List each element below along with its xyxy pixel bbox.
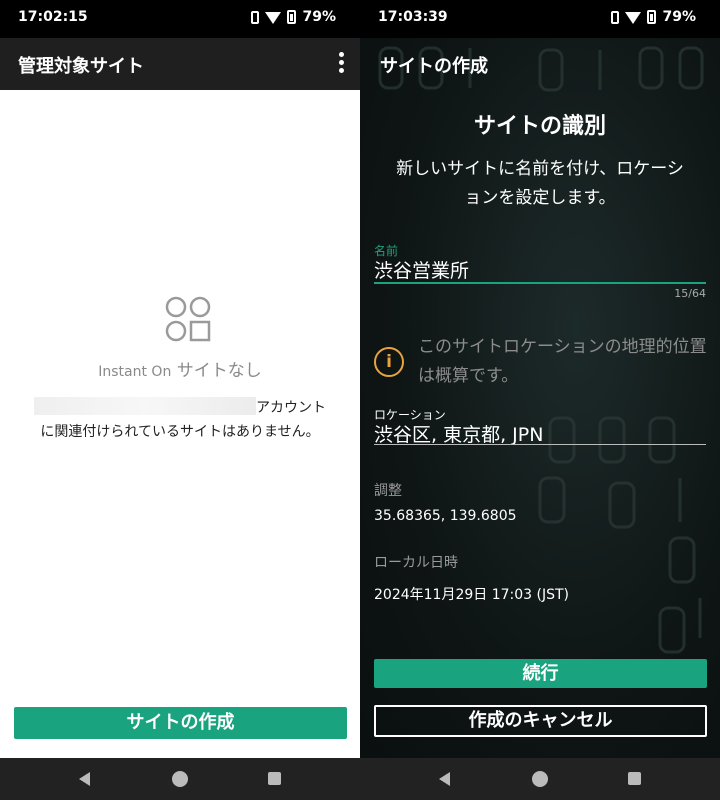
section-heading: サイトの識別 (473, 114, 606, 139)
battery-percent: 79% (302, 9, 336, 25)
info-text: このサイトロケーションの地理的位置は概算です。 (418, 337, 707, 386)
location-input-underline (374, 444, 706, 445)
recents-icon[interactable] (268, 772, 281, 785)
status-time: 17:03:39 (378, 9, 448, 25)
vibrate-icon (251, 10, 260, 24)
status-bar: 17:03:39 79% (360, 0, 720, 38)
battery-icon (287, 10, 297, 24)
back-icon[interactable] (79, 772, 90, 786)
wifi-icon (265, 12, 282, 24)
adjust-coordinates[interactable]: 35.68365, 139.6805 (374, 508, 517, 524)
nav-bar (0, 758, 360, 800)
status-icons: 79% (611, 9, 696, 25)
battery-icon (647, 10, 657, 24)
overflow-menu-icon[interactable] (336, 52, 346, 78)
vibrate-icon (611, 10, 620, 24)
redacted-account (34, 397, 256, 415)
binary-pattern (378, 46, 704, 654)
back-icon[interactable] (439, 772, 450, 786)
status-icons: 79% (251, 9, 336, 25)
name-input-underline (374, 282, 706, 284)
desc-account: アカウント (256, 400, 326, 416)
app-bar: 管理対象サイト (0, 38, 360, 90)
status-time: 17:02:15 (18, 9, 88, 25)
location-input[interactable]: 渋谷区, 東京都, JPN (374, 420, 543, 447)
empty-description: アカウント に関連付けられているサイトはありません。 (22, 396, 338, 444)
section-subtitle: 新しいサイトに名前を付け、ロケーションを設定します。 (396, 159, 684, 208)
adjust-label: 調整 (374, 483, 402, 499)
empty-sites-icon (165, 296, 211, 342)
cancel-create-button[interactable]: 作成のキャンセル (374, 705, 707, 737)
empty-text: サイトなし (171, 361, 262, 381)
home-icon[interactable] (532, 771, 548, 787)
empty-state-label: Instant On サイトなし (0, 356, 360, 381)
home-icon[interactable] (172, 771, 188, 787)
local-time-value: 2024年11月29日 17:03 (JST) (374, 587, 569, 603)
wifi-icon (625, 12, 642, 24)
page-title: 管理対象サイト (18, 56, 144, 77)
background-decoration (360, 38, 720, 758)
empty-brand: Instant On (98, 364, 172, 380)
continue-button[interactable]: 続行 (374, 659, 707, 688)
left-screen: 17:02:15 79% 管理対象サイト Instant On サイトなし アカ… (0, 0, 360, 800)
right-screen: 17:03:39 79% サイトの作成 サイトの識別 新しいサイトに名前を付け、… (360, 0, 720, 800)
name-input[interactable]: 渋谷営業所 (374, 256, 469, 283)
status-bar: 17:02:15 79% (0, 0, 360, 38)
recents-icon[interactable] (628, 772, 641, 785)
nav-bar (360, 758, 720, 800)
app-bar: サイトの作成 (360, 38, 720, 90)
page-title: サイトの作成 (380, 56, 488, 77)
create-site-button[interactable]: サイトの作成 (14, 707, 347, 739)
local-time-label: ローカル日時 (374, 555, 458, 571)
info-icon: i (374, 347, 404, 377)
name-char-counter: 15/64 (674, 287, 706, 300)
battery-percent: 79% (662, 9, 696, 25)
desc-rest: に関連付けられているサイトはありません。 (40, 424, 320, 440)
